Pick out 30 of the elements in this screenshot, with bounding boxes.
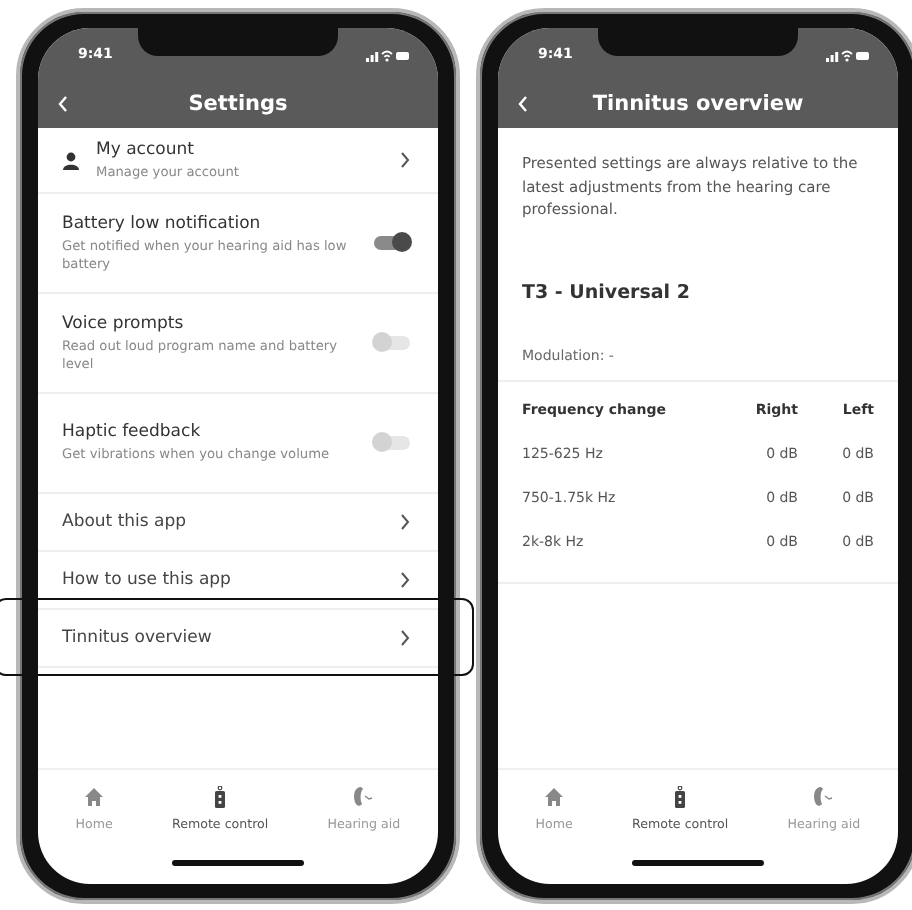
chevron-right-icon [400, 152, 410, 168]
menu-item-label[interactable]: How to use this app [62, 570, 384, 590]
chevron-right-icon [400, 630, 410, 646]
home-indicator [632, 859, 764, 865]
remote-icon [674, 786, 687, 808]
setting-title: Battery low notification [62, 213, 263, 233]
menu-item-label[interactable]: Tinnitus overview [62, 628, 384, 648]
home-icon [84, 786, 105, 808]
program-name: T3 - Universal 2 [522, 281, 692, 303]
setting-title: Voice prompts [62, 313, 186, 333]
status-icons [826, 47, 870, 61]
chevron-right-icon [400, 572, 410, 588]
hearing-aid-icon [812, 786, 835, 808]
menu-item-label[interactable]: About this app [62, 512, 384, 532]
remote-icon [214, 786, 227, 808]
home-indicator [172, 859, 304, 865]
toggle-switch[interactable] [374, 236, 410, 250]
home-icon [544, 786, 565, 808]
setting-title: Haptic feedback [62, 422, 203, 442]
back-icon[interactable] [58, 96, 68, 112]
back-icon[interactable] [518, 96, 528, 112]
setting-title: My account [96, 139, 196, 159]
toggle-switch[interactable] [374, 436, 410, 450]
hearing-aid-icon [352, 786, 375, 808]
person-icon [62, 151, 80, 169]
toggle-switch[interactable] [374, 336, 410, 350]
screen-title: Settings [188, 92, 288, 116]
chevron-right-icon [400, 514, 410, 530]
screen-title: Tinnitus overview [592, 92, 804, 116]
status-icons [366, 47, 410, 61]
